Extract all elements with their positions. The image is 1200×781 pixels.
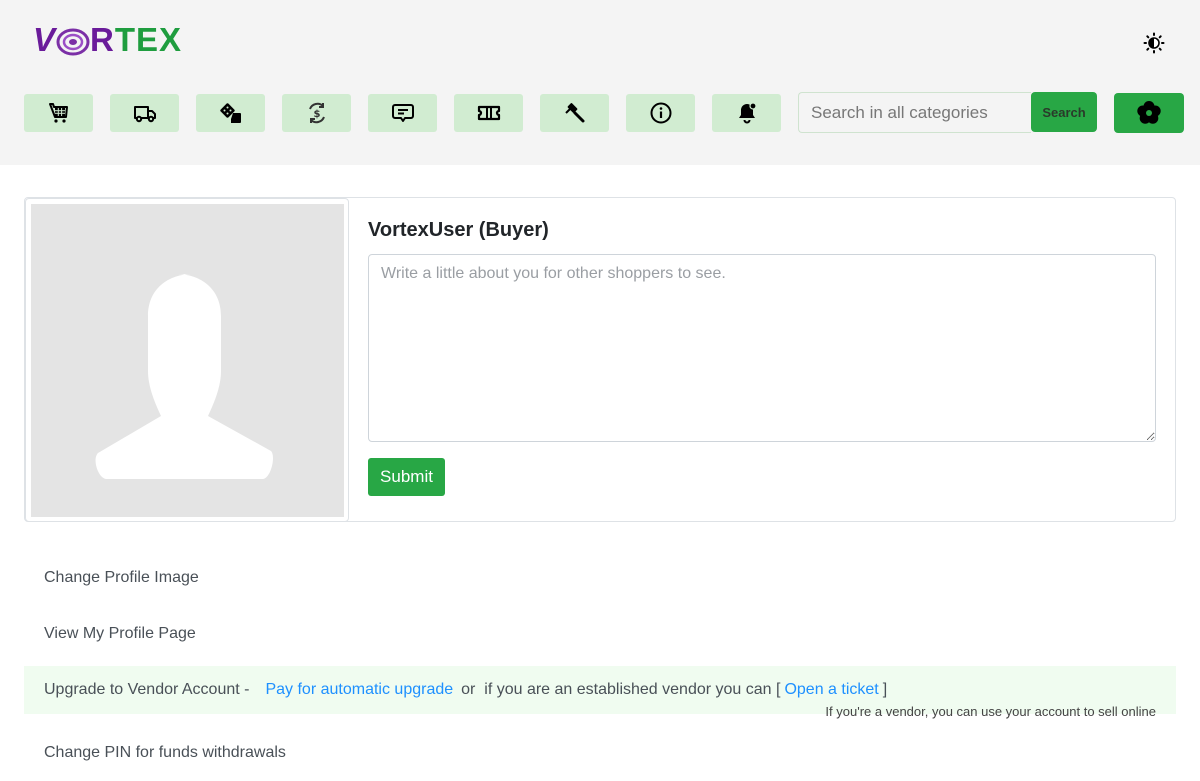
nav-info-button[interactable] <box>626 94 695 132</box>
search-button[interactable]: Search <box>1031 92 1097 132</box>
ticket-icon <box>477 105 500 121</box>
nav-orders-button[interactable] <box>110 94 179 132</box>
info-icon <box>650 102 671 124</box>
view-profile-row: View My Profile Page <box>24 610 1176 658</box>
svg-text:$: $ <box>313 109 320 120</box>
profile-username: VortexUser (Buyer) <box>368 219 549 241</box>
submit-button[interactable]: Submit <box>368 458 445 496</box>
logo-swirl-icon <box>56 27 90 57</box>
avatar-frame <box>25 198 349 522</box>
search-input[interactable] <box>798 92 1031 133</box>
avatar[interactable] <box>31 204 344 517</box>
shopping-cart-icon <box>48 103 68 123</box>
nav-messages-button[interactable] <box>368 94 437 132</box>
message-icon <box>391 104 414 122</box>
dice-icon <box>219 103 241 123</box>
logo-r: R <box>90 21 115 58</box>
change-pin-row: Change PIN for funds withdrawals <box>24 729 1176 777</box>
vendor-note: If you're a vendor, you can use your acc… <box>825 704 1156 719</box>
gavel-icon <box>564 103 584 123</box>
change-profile-image-link[interactable]: Change Profile Image <box>44 569 199 587</box>
upgrade-prefix: Upgrade to Vendor Account - <box>44 681 250 698</box>
logo-tex: TEX <box>114 21 183 58</box>
user-silhouette-icon <box>95 274 274 479</box>
nav-notifications-button[interactable] <box>712 94 781 132</box>
logo-v: V <box>33 21 57 58</box>
bio-textarea[interactable] <box>368 254 1156 442</box>
currency-exchange-icon: $ <box>308 102 325 124</box>
change-profile-image-row: Change Profile Image <box>24 554 1176 602</box>
upgrade-suffix: ] <box>882 681 888 698</box>
header: V RTEX $ Search in all categories Search <box>0 0 1200 165</box>
open-ticket-link[interactable]: Open a ticket <box>784 681 878 699</box>
upgrade-middle-text: or if you are an established vendor you … <box>461 681 781 698</box>
flower-gear-icon <box>1137 101 1161 124</box>
nav-tickets-button[interactable] <box>454 94 523 132</box>
settings-button[interactable] <box>1114 93 1184 133</box>
vortex-logo[interactable]: V RTEX <box>33 22 182 58</box>
theme-toggle-button[interactable] <box>1143 32 1165 54</box>
truck-icon <box>133 106 156 123</box>
nav-disputes-button[interactable] <box>540 94 609 132</box>
pay-upgrade-link[interactable]: Pay for automatic upgrade <box>265 681 453 699</box>
nav-cart-button[interactable] <box>24 94 93 132</box>
main-nav: $ <box>24 94 781 132</box>
contrast-sun-icon <box>1143 32 1165 54</box>
change-pin-link[interactable]: Change PIN for funds withdrawals <box>44 744 286 762</box>
search-bar: Search <box>798 92 1097 133</box>
nav-exchange-button[interactable]: $ <box>282 94 351 132</box>
bell-icon <box>738 102 757 124</box>
view-profile-link[interactable]: View My Profile Page <box>44 625 196 643</box>
profile-card: VortexUser (Buyer) Submit <box>24 197 1176 522</box>
nav-games-button[interactable] <box>196 94 265 132</box>
